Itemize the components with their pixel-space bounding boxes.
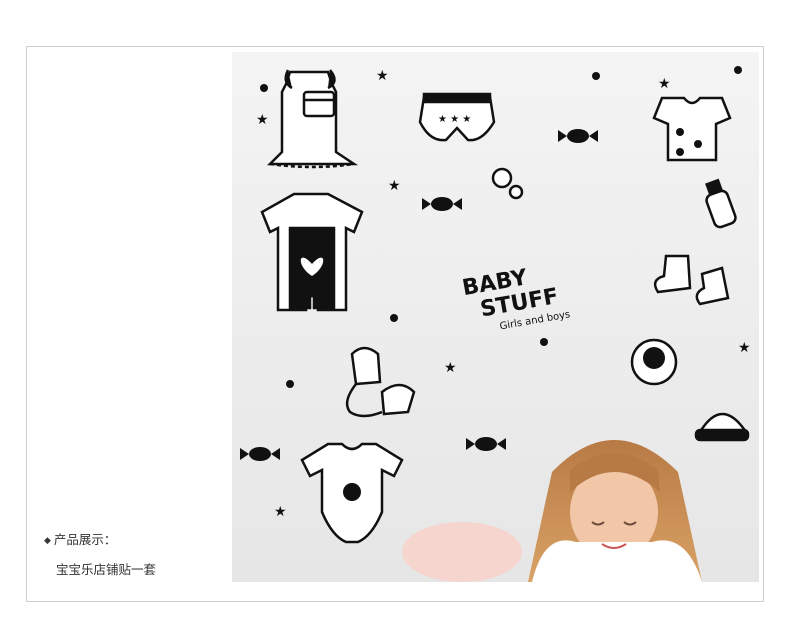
pillow: [402, 522, 522, 582]
bib-decal: [630, 338, 678, 386]
svg-text:★: ★: [256, 112, 269, 128]
product-caption: ◆ 产品展示： 宝宝乐店铺贴一套: [44, 526, 156, 584]
svg-text:★: ★: [738, 340, 751, 356]
svg-text:★: ★: [388, 178, 401, 194]
svg-text:★: ★: [658, 76, 671, 92]
caption-heading: 产品展示：: [53, 532, 117, 547]
svg-text:★: ★: [274, 504, 287, 520]
caption-heading-row: ◆ 产品展示：: [44, 526, 156, 556]
svg-text:★: ★: [444, 360, 457, 376]
diamond-bullet-icon: ◆: [44, 536, 51, 546]
svg-text:★ ★ ★: ★ ★ ★: [438, 114, 471, 125]
svg-text:★: ★: [376, 68, 389, 84]
romper-decal: [260, 192, 364, 312]
caption-description: 宝宝乐店铺贴一套: [56, 562, 157, 577]
product-photo: ★ ★ ★ ★★★ ★★★ ★ BABY STUFF Girls and boy…: [232, 52, 759, 582]
